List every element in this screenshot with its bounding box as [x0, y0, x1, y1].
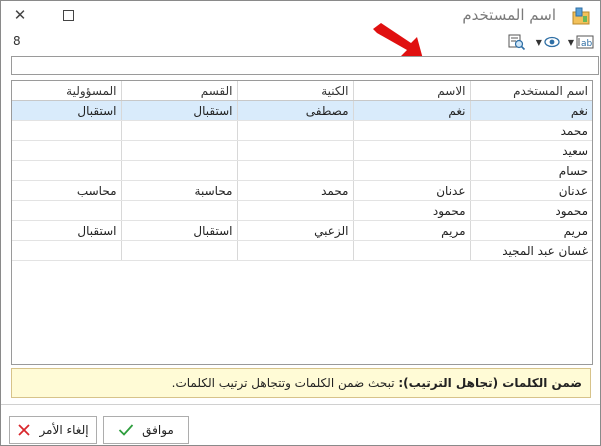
cell-department[interactable]: [121, 240, 238, 261]
cell-surname[interactable]: محمد: [237, 180, 354, 201]
ok-button-label: موافق: [142, 423, 174, 437]
table-row[interactable]: محمد: [12, 120, 592, 141]
cell-department[interactable]: [121, 120, 238, 141]
toolbar: ▼ ▼ ab: [508, 32, 594, 52]
cell-responsibility[interactable]: استقبال: [12, 100, 122, 121]
cell-surname[interactable]: [237, 140, 354, 161]
table-row[interactable]: عدنان عدنان محمد محاسبة محاسب: [12, 180, 592, 201]
cell-department[interactable]: [121, 160, 238, 181]
dialog-window: ✕ اسم المستخدم 8 ▼ ▼ ab اسم المستخدم الا…: [0, 0, 601, 446]
cell-responsibility[interactable]: [12, 240, 122, 261]
table-row[interactable]: محمود محمود: [12, 200, 592, 221]
cell-surname[interactable]: [237, 240, 354, 261]
cell-name[interactable]: [353, 240, 471, 261]
cell-department[interactable]: استقبال: [121, 100, 238, 121]
cell-username[interactable]: سعيد: [470, 140, 592, 161]
cell-responsibility[interactable]: [12, 200, 122, 221]
maximize-icon: [62, 9, 74, 21]
cell-surname[interactable]: [237, 160, 354, 181]
search-mode-info-bar: ضمن الكلمات (تجاهل الترتيب): تبحث ضمن ال…: [11, 368, 591, 398]
cell-department[interactable]: محاسبة: [121, 180, 238, 201]
search-input[interactable]: [11, 56, 599, 75]
close-button[interactable]: ✕: [9, 5, 31, 25]
users-table: اسم المستخدم الاسم الكنية القسم المسؤولي…: [12, 81, 592, 261]
eye-filter-icon: [544, 36, 560, 48]
column-header-responsibility[interactable]: المسؤولية: [12, 81, 122, 101]
filter-dropdown[interactable]: ▼: [534, 33, 560, 51]
search-options-button[interactable]: [508, 33, 526, 51]
column-header-department[interactable]: القسم: [121, 81, 238, 101]
table-row[interactable]: حسام: [12, 160, 592, 181]
cell-name[interactable]: مريم: [353, 220, 471, 241]
cell-surname[interactable]: مصطفى: [237, 100, 354, 121]
cell-username[interactable]: محمد: [470, 120, 592, 141]
cell-name[interactable]: [353, 120, 471, 141]
match-words-icon: ab: [576, 35, 594, 49]
cell-responsibility[interactable]: [12, 120, 122, 141]
cell-responsibility[interactable]: [12, 140, 122, 161]
table-row[interactable]: مريم مريم الزعبي استقبال استقبال: [12, 220, 592, 241]
cell-username[interactable]: محمود: [470, 200, 592, 221]
cell-username[interactable]: حسام: [470, 160, 592, 181]
table-header-row: اسم المستخدم الاسم الكنية القسم المسؤولي…: [12, 81, 592, 101]
maximize-button[interactable]: [57, 5, 79, 25]
cell-name[interactable]: نغم: [353, 100, 471, 121]
cell-username[interactable]: نغم: [470, 100, 592, 121]
users-grid: اسم المستخدم الاسم الكنية القسم المسؤولي…: [11, 80, 593, 365]
chevron-down-icon: ▼: [567, 37, 574, 47]
column-header-surname[interactable]: الكنية: [237, 81, 354, 101]
info-text: ضمن الكلمات (تجاهل الترتيب): تبحث ضمن ال…: [12, 369, 590, 397]
cell-responsibility[interactable]: استقبال: [12, 220, 122, 241]
info-mode-description: تبحث ضمن الكلمات وتتجاهل ترتيب الكلمات.: [171, 376, 399, 390]
cell-surname[interactable]: [237, 200, 354, 221]
search-list-icon: [508, 34, 525, 51]
cell-name[interactable]: عدنان: [353, 180, 471, 201]
cell-department[interactable]: استقبال: [121, 220, 238, 241]
cell-username[interactable]: عدنان: [470, 180, 592, 201]
cell-responsibility[interactable]: [12, 160, 122, 181]
chevron-down-icon: ▼: [535, 37, 542, 47]
table-row[interactable]: سعيد: [12, 140, 592, 161]
cell-surname[interactable]: الزعبي: [237, 220, 354, 241]
cell-surname[interactable]: [237, 120, 354, 141]
cancel-x-icon: [18, 424, 31, 436]
cell-responsibility[interactable]: محاسب: [12, 180, 122, 201]
table-row[interactable]: غسان عبد المجيد: [12, 240, 592, 261]
table-row[interactable]: نغم نغم مصطفى استقبال استقبال: [12, 100, 592, 121]
close-icon: ✕: [13, 6, 27, 24]
cell-department[interactable]: [121, 200, 238, 221]
column-header-name[interactable]: الاسم: [353, 81, 471, 101]
svg-text:ab: ab: [581, 39, 593, 49]
cell-username[interactable]: غسان عبد المجيد: [470, 240, 592, 261]
cancel-button-label: إلغاء الأمر: [39, 423, 89, 437]
match-mode-dropdown[interactable]: ▼ ab: [566, 33, 594, 51]
cell-name[interactable]: [353, 160, 471, 181]
checkmark-icon: [119, 424, 134, 436]
window-title: اسم المستخدم: [462, 6, 556, 24]
app-icon: [572, 7, 590, 25]
cell-name[interactable]: محمود: [353, 200, 471, 221]
column-header-username[interactable]: اسم المستخدم: [470, 81, 592, 101]
cancel-button[interactable]: إلغاء الأمر: [9, 416, 97, 444]
cell-username[interactable]: مريم: [470, 220, 592, 241]
ok-button[interactable]: موافق: [103, 416, 189, 444]
title-bar: ✕ اسم المستخدم: [1, 1, 600, 31]
info-mode-title: ضمن الكلمات (تجاهل الترتيب):: [398, 376, 582, 390]
record-count: 8: [13, 34, 21, 48]
footer-divider: [1, 404, 600, 405]
cell-name[interactable]: [353, 140, 471, 161]
cell-department[interactable]: [121, 140, 238, 161]
